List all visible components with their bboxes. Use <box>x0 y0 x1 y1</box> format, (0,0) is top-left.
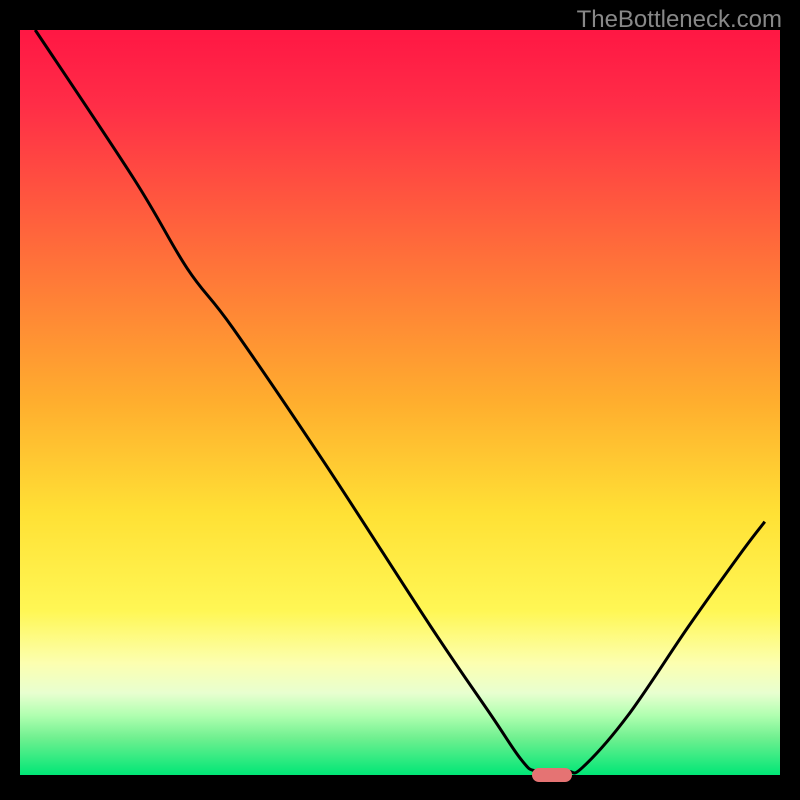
chart-container: TheBottleneck.com <box>0 0 800 800</box>
bottleneck-chart <box>0 0 800 800</box>
watermark-text: TheBottleneck.com <box>577 6 782 34</box>
optimal-marker <box>532 768 572 782</box>
plot-background <box>20 30 780 775</box>
